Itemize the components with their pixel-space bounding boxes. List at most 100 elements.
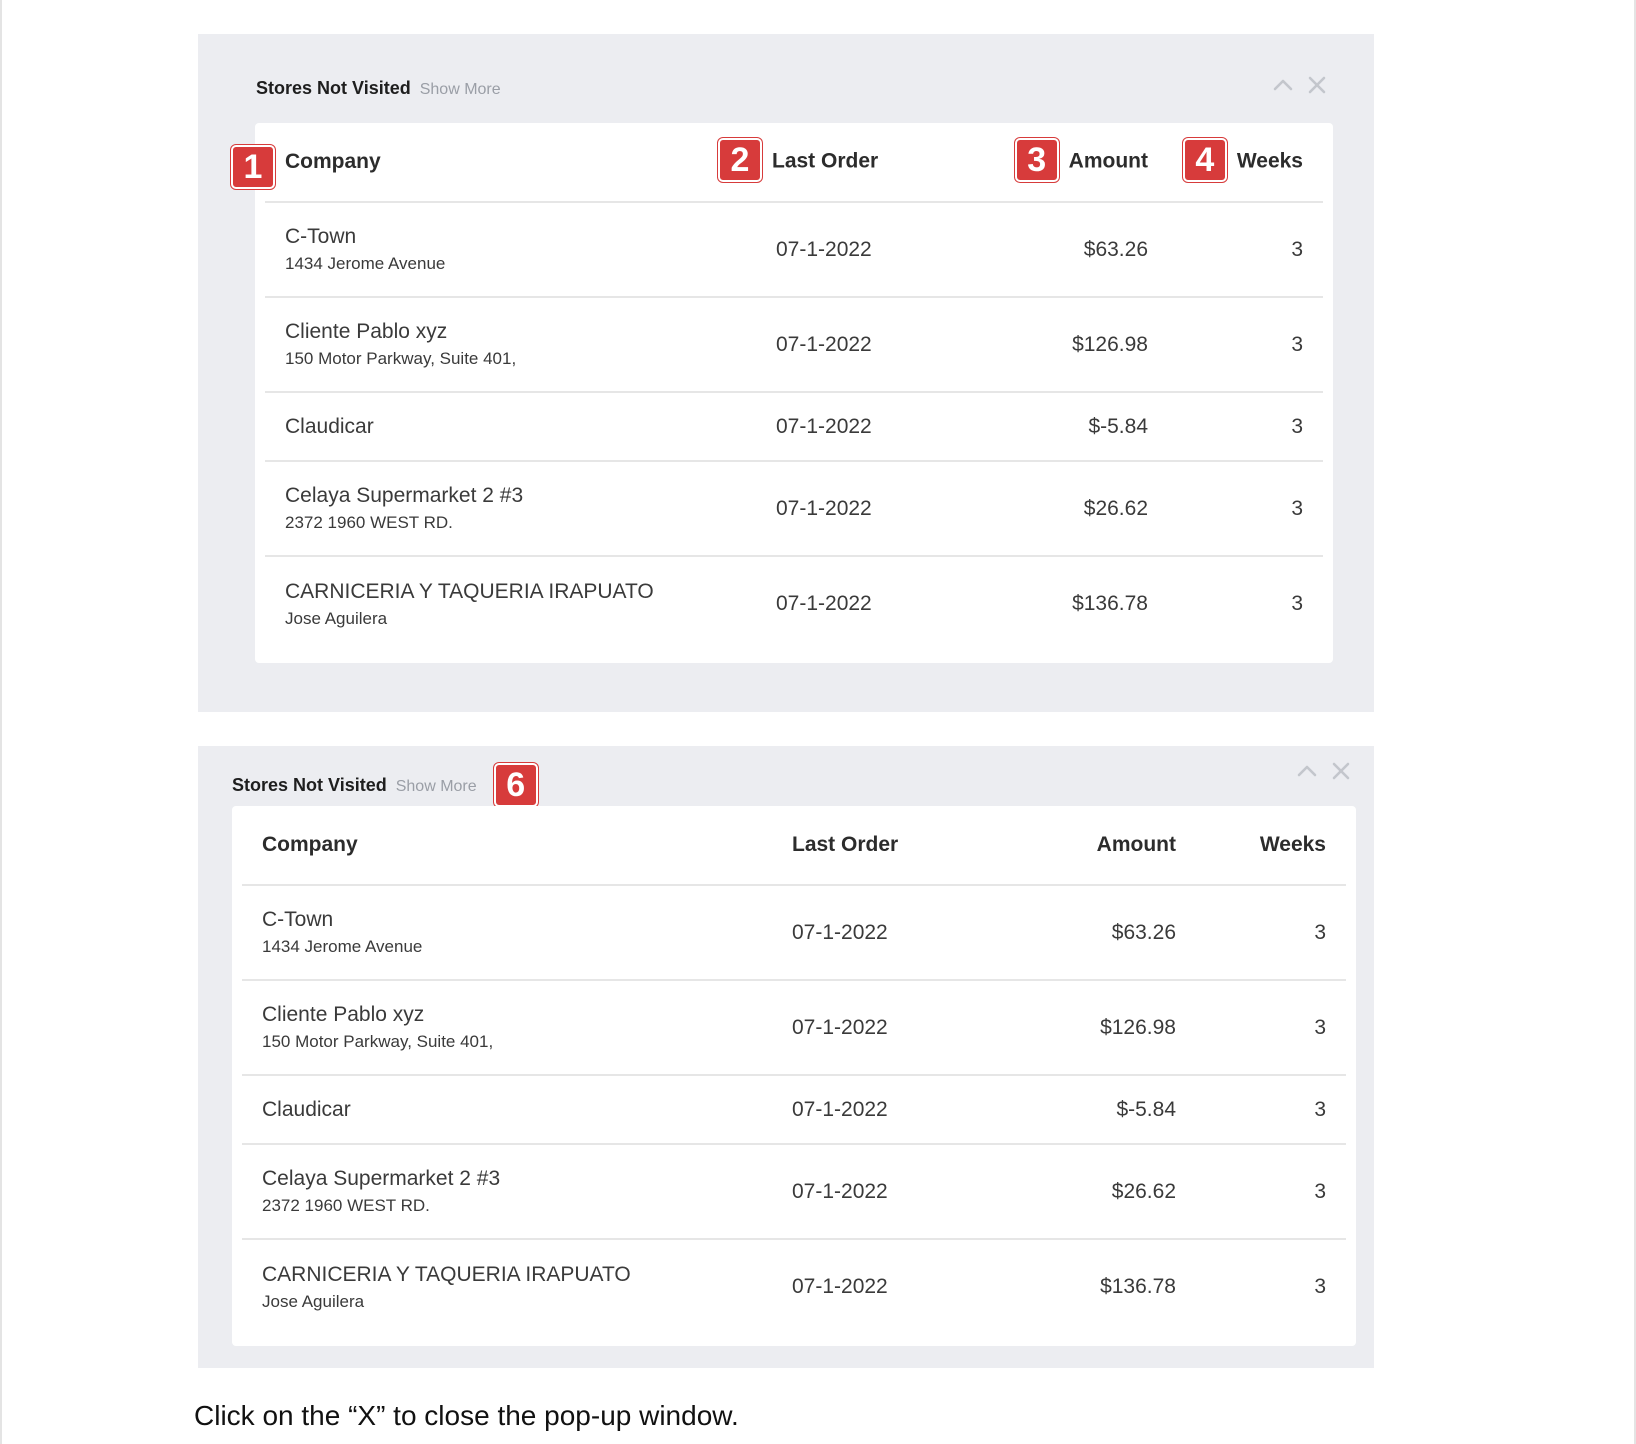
- weeks-cell: 3: [1148, 202, 1323, 298]
- amount-cell: $63.26: [998, 202, 1148, 298]
- widget-title-text: Stores Not Visited: [256, 78, 411, 98]
- column-header-label: Amount: [1068, 149, 1148, 173]
- table-row[interactable]: Celaya Supermarket 2 #3 2372 1960 WEST R…: [265, 461, 1323, 557]
- column-header-label: Company: [285, 150, 381, 173]
- close-icon[interactable]: [1306, 74, 1328, 96]
- table-row[interactable]: CARNICERIA Y TAQUERIA IRAPUATO Jose Agui…: [242, 1239, 1346, 1334]
- column-header-weeks[interactable]: Weeks: [1176, 806, 1346, 886]
- company-cell: Claudicar: [265, 392, 770, 462]
- company-address: 2372 1960 WEST RD.: [262, 1196, 430, 1215]
- amount-cell: $-5.84: [992, 1075, 1176, 1145]
- widget-title: Stores Not Visited Show More 6: [232, 763, 548, 808]
- amount-cell: $-5.84: [998, 392, 1148, 462]
- weeks-cell: 3: [1176, 885, 1346, 981]
- table-row[interactable]: Claudicar 07-1-2022 $-5.84 3: [242, 1075, 1346, 1145]
- amount-cell: $126.98: [998, 297, 1148, 393]
- step-badge-2: 2: [718, 138, 762, 182]
- company-name: Cliente Pablo xyz: [285, 320, 448, 343]
- table-row[interactable]: C-Town 1434 Jerome Avenue 07-1-2022 $63.…: [265, 202, 1323, 298]
- amount-cell: $126.98: [992, 980, 1176, 1076]
- chevron-up-icon[interactable]: [1296, 760, 1318, 782]
- company-cell: C-Town 1434 Jerome Avenue: [242, 885, 792, 981]
- weeks-cell: 3: [1148, 297, 1323, 393]
- amount-cell: $136.78: [1072, 592, 1148, 615]
- table-row[interactable]: C-Town 1434 Jerome Avenue 07-1-2022 $63.…: [242, 885, 1346, 981]
- company-cell: Claudicar: [242, 1075, 792, 1145]
- company-name: Celaya Supermarket 2 #3: [262, 1167, 501, 1190]
- chevron-up-icon[interactable]: [1272, 74, 1294, 96]
- column-header-amount[interactable]: Amount: [992, 806, 1176, 886]
- last-order-cell: 07-1-2022: [792, 1075, 992, 1145]
- stores-table-card: Company Last Order Amount Weeks C-Town 1…: [232, 806, 1356, 1346]
- last-order-cell: 07-1-2022: [792, 980, 992, 1076]
- page-edge-left: [0, 0, 2, 1444]
- table-row[interactable]: Cliente Pablo xyz 150 Motor Parkway, Sui…: [265, 297, 1323, 393]
- table-row[interactable]: Celaya Supermarket 2 #3 2372 1960 WEST R…: [242, 1144, 1346, 1240]
- table-row[interactable]: Cliente Pablo xyz 150 Motor Parkway, Sui…: [242, 980, 1346, 1076]
- column-header-company[interactable]: Company: [265, 123, 770, 203]
- stores-table-card: 1 Company 2Last Order 3Amount 4Weeks: [231, 123, 1333, 663]
- company-address: 1434 Jerome Avenue: [285, 254, 446, 273]
- company-name: C-Town: [285, 225, 357, 248]
- weeks-cell: 3: [1148, 392, 1323, 462]
- company-cell: Cliente Pablo xyz 150 Motor Parkway, Sui…: [242, 980, 792, 1076]
- amount-cell: $63.26: [992, 885, 1176, 981]
- company-name: Cliente Pablo xyz: [262, 1003, 425, 1026]
- amount-cell: $26.62: [998, 461, 1148, 557]
- column-header-last-order[interactable]: Last Order: [792, 806, 992, 886]
- company-cell: Celaya Supermarket 2 #3 2372 1960 WEST R…: [242, 1144, 792, 1240]
- last-order-cell: 07-1-2022: [792, 885, 992, 981]
- amount-cell: $136.78: [1100, 1275, 1176, 1298]
- company-cell: CARNICERIA Y TAQUERIA IRAPUATO Jose Agui…: [265, 556, 770, 651]
- widget-title: Stores Not Visited Show More: [256, 78, 501, 99]
- column-header-company[interactable]: Company: [242, 806, 792, 886]
- weeks-cell: 3: [1176, 1144, 1346, 1240]
- company-address: Jose Aguilera: [262, 1291, 365, 1311]
- column-header-label: Last Order: [772, 149, 879, 173]
- company-name: CARNICERIA Y TAQUERIA IRAPUATO: [285, 579, 654, 603]
- widget-controls: [1272, 74, 1328, 96]
- weeks-cell: 3: [1176, 1075, 1346, 1145]
- company-cell: Celaya Supermarket 2 #3 2372 1960 WEST R…: [265, 461, 770, 557]
- company-cell: Cliente Pablo xyz 150 Motor Parkway, Sui…: [265, 297, 770, 393]
- company-address: 1434 Jerome Avenue: [262, 937, 423, 956]
- widget-controls: [1296, 760, 1352, 782]
- last-order-cell: 07-1-2022: [770, 202, 998, 298]
- stores-not-visited-widget-annotated: Stores Not Visited Show More 1 Company 2…: [198, 34, 1374, 712]
- company-address: 2372 1960 WEST RD.: [285, 513, 453, 532]
- step-badge-6: 6: [493, 763, 538, 807]
- column-header-amount[interactable]: 3 Amount: [998, 123, 1148, 203]
- company-address: Jose Aguilera: [285, 608, 388, 628]
- company-address: 150 Motor Parkway, Suite 401,: [285, 349, 517, 368]
- column-header-last-order[interactable]: 2 Last Order: [718, 123, 998, 203]
- company-name: Celaya Supermarket 2 #3: [285, 484, 524, 507]
- stores-table: Company 2 Last Order 3 Amount 4 Weeks C-…: [265, 123, 1323, 651]
- last-order-cell: 07-1-2022: [792, 1275, 888, 1298]
- column-header-label: Weeks: [1236, 149, 1303, 173]
- stores-not-visited-widget: Stores Not Visited Show More 6 Company L…: [198, 746, 1374, 1368]
- close-icon[interactable]: [1330, 760, 1352, 782]
- table-row[interactable]: CARNICERIA Y TAQUERIA IRAPUATO Jose Agui…: [265, 556, 1323, 651]
- show-more-link[interactable]: Show More: [396, 778, 477, 795]
- column-header-weeks[interactable]: 4 Weeks: [1148, 123, 1323, 203]
- weeks-cell: 3: [1148, 461, 1323, 557]
- last-order-cell: 07-1-2022: [776, 592, 872, 615]
- show-more-link[interactable]: Show More: [420, 81, 501, 98]
- table-header-row: Company 2 Last Order 3 Amount 4 Weeks: [265, 123, 1323, 203]
- widget-title-text: Stores Not Visited: [232, 774, 387, 795]
- amount-cell: $26.62: [992, 1144, 1176, 1240]
- step-badge-4: 4: [1182, 138, 1227, 182]
- weeks-cell: 3: [1314, 1275, 1326, 1298]
- instruction-caption: Click on the “X” to close the pop-up win…: [194, 1400, 739, 1431]
- company-name: Claudicar: [285, 414, 374, 438]
- last-order-cell: 07-1-2022: [770, 297, 998, 393]
- weeks-cell: 3: [1291, 592, 1303, 615]
- company-name: C-Town: [262, 908, 334, 931]
- company-address: 150 Motor Parkway, Suite 401,: [262, 1032, 494, 1051]
- last-order-cell: 07-1-2022: [792, 1144, 992, 1240]
- step-badge-3: 3: [1014, 138, 1059, 182]
- company-cell: C-Town 1434 Jerome Avenue: [265, 202, 770, 298]
- table-row[interactable]: Claudicar 07-1-2022 $-5.84 3: [265, 392, 1323, 462]
- weeks-cell: 3: [1176, 980, 1346, 1076]
- stores-table: Company Last Order Amount Weeks C-Town 1…: [242, 806, 1346, 1334]
